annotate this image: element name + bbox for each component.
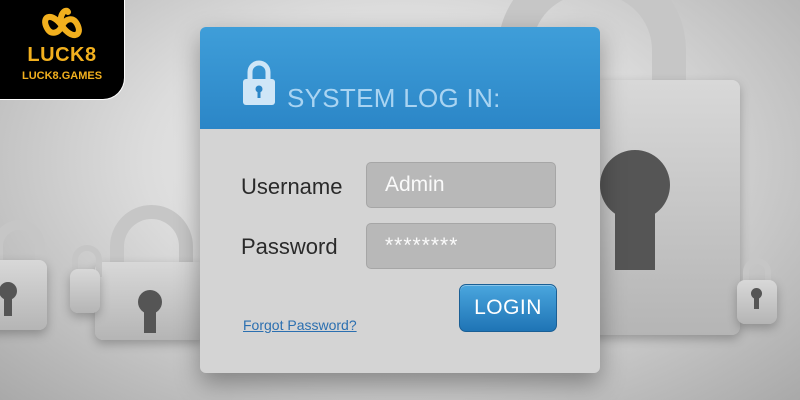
username-input[interactable] — [366, 162, 556, 208]
background-padlock-icon-left — [0, 220, 47, 330]
forgot-password-link[interactable]: Forgot Password? — [243, 317, 357, 333]
background-padlock-icon-medium — [95, 205, 205, 340]
brand-name: LUCK8 — [27, 44, 97, 66]
brand-domain: LUCK8.GAMES — [21, 70, 103, 82]
brand-logo: LUCK8 LUCK8.GAMES — [0, 0, 125, 100]
background-padlock-icon-right — [737, 258, 777, 324]
login-button[interactable]: LOGIN — [459, 284, 557, 332]
username-label: Username — [241, 174, 343, 199]
login-panel-title: SYSTEM LOG IN: — [287, 83, 501, 113]
padlock-icon — [243, 60, 275, 105]
password-input[interactable] — [366, 223, 556, 269]
login-panel: SYSTEM LOG IN: Username Password Forgot … — [200, 27, 600, 373]
login-panel-header: SYSTEM LOG IN: — [200, 27, 600, 129]
background-padlock-icon-small-left — [70, 245, 102, 315]
password-label: Password — [241, 234, 338, 259]
brand-knot-icon — [42, 7, 82, 38]
